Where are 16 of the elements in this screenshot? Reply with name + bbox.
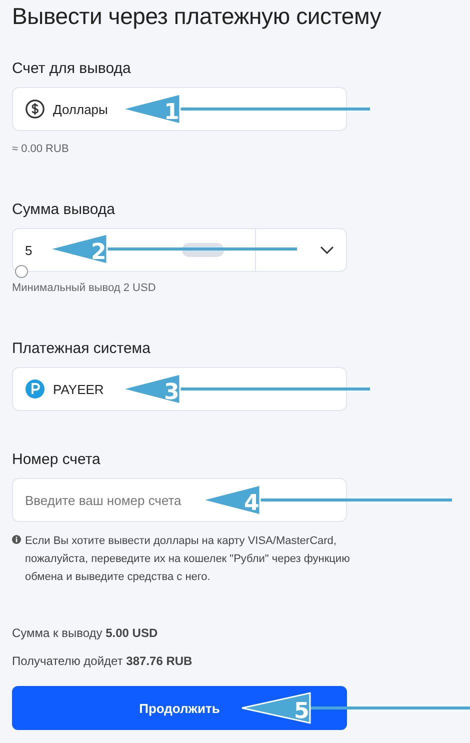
slider-thumb[interactable] [15,265,28,278]
dollar-icon [25,99,45,119]
info-note: Если Вы хотите вывести доллары на карту VISA/MasterCard, пожалуйста, переведите их на кошелек "Рубли" через функцию обмена и выведите средства с него. [25,534,351,585]
converted-amount: ≈ 0.00 RUB [12,143,70,155]
field-label: Платежная система [12,340,152,357]
page-title: Вывести через платежную систему [12,2,382,30]
minimum-note: Минимальный вывод 2 USD [12,282,157,294]
info-icon [12,535,21,544]
p-circle-icon [25,379,45,399]
summary-line: Получателю дойдет 387.76 RUB [12,654,194,668]
field-label: Номер счета [12,451,102,468]
amount-value[interactable]: 5 [25,242,32,258]
chevron-down-icon [320,246,334,254]
summary-line: Сумма к выводу 5.00 USD [12,626,159,640]
field-label: Сумма вывода [12,201,116,218]
field-label: Счет для вывода [12,60,132,77]
